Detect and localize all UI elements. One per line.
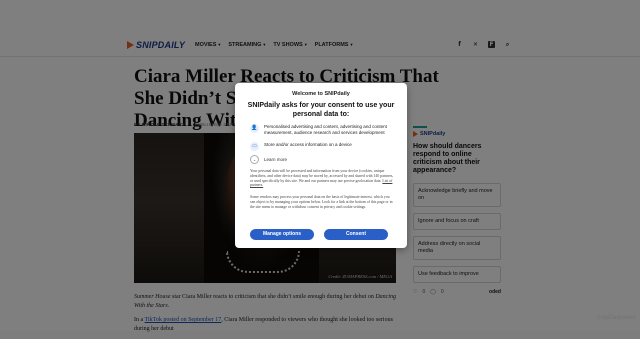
chevron-down-icon: ⌄	[250, 155, 259, 164]
device-icon: ▭	[250, 142, 259, 151]
manage-options-button[interactable]: Manage options	[250, 229, 314, 240]
consent-purpose: 👤 Personalised advertising and content, …	[250, 124, 387, 135]
learn-more-toggle[interactable]: ⌄ Learn more	[250, 155, 287, 164]
consent-dialog: Welcome to SNIPdaily SNIPdaily asks for …	[235, 83, 407, 248]
consent-welcome: Welcome to SNIPdaily	[292, 91, 350, 97]
consent-title: SNIPdaily asks for your consent to use y…	[247, 102, 395, 118]
consent-button[interactable]: Consent	[324, 229, 388, 240]
consent-fine-print: Some vendors may process your personal d…	[250, 195, 393, 209]
consent-purpose: ▭ Store and/or access information on a d…	[250, 142, 395, 151]
person-icon: 👤	[250, 124, 259, 133]
consent-fine-print: Your personal data will be processed and…	[250, 169, 394, 188]
